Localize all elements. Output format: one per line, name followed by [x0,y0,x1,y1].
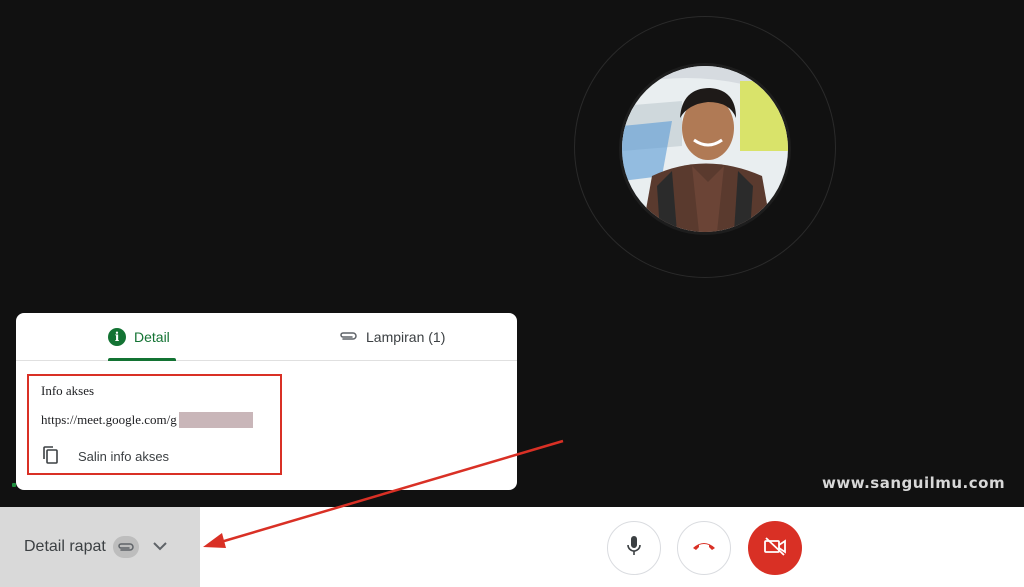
meeting-link-row: https://meet.google.com/g [41,412,253,428]
meeting-details-button[interactable]: Detail rapat [0,507,200,587]
avatar-photo [622,66,788,232]
panel-tabs: i Detail Lampiran (1) [16,313,517,361]
microphone-button[interactable] [607,521,661,575]
meeting-link[interactable]: https://meet.google.com/g [41,412,177,428]
tab-lampiran[interactable]: Lampiran (1) [338,313,445,360]
tab-lampiran-label: Lampiran (1) [366,328,446,345]
chevron-down-icon [153,538,167,556]
copy-icon [42,445,60,468]
hangup-icon [691,539,717,557]
camera-button[interactable] [748,521,802,575]
tab-detail-label: Detail [134,328,170,345]
bottom-bar: Detail rapat [0,507,1024,587]
participant-avatar [622,66,788,232]
tab-detail[interactable]: i Detail [108,313,198,361]
copy-label: Salin info akses [78,449,170,464]
redacted-code [178,412,253,428]
copy-access-info-button[interactable]: Salin info akses [42,445,169,468]
watermark: www.sanguilmu.com [822,474,1006,492]
meeting-details-label: Detail rapat [24,538,106,555]
info-icon: i [108,327,126,346]
mic-icon [626,535,642,562]
leave-call-button[interactable] [677,521,731,575]
access-info-highlight: Info akses https://meet.google.com/g Sal… [27,374,282,475]
camera-off-icon [763,536,787,561]
active-tab-indicator [108,358,176,361]
access-info-title: Info akses [41,383,95,398]
attachment-icon [338,329,358,345]
meeting-details-panel: i Detail Lampiran (1) Info akses https:/… [16,313,517,490]
paperclip-icon [112,536,139,558]
